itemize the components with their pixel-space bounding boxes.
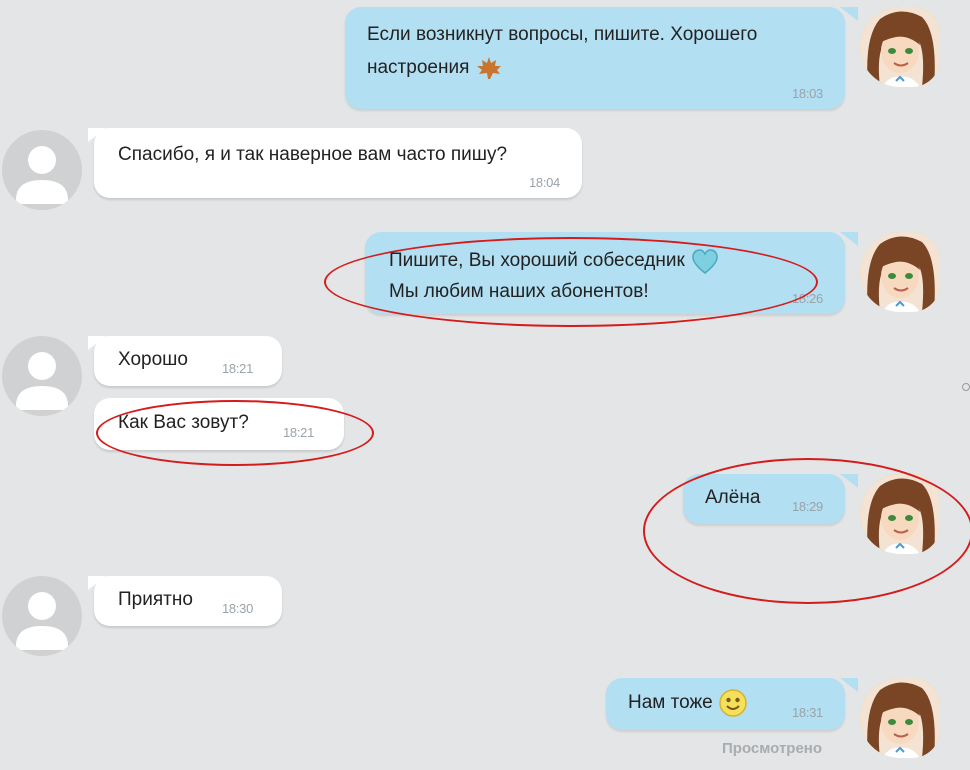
smiley-icon xyxy=(719,689,747,717)
operator-avatar[interactable] xyxy=(860,678,940,758)
message-time: 18:21 xyxy=(283,425,315,440)
message-text: Хорошо xyxy=(118,349,188,370)
outgoing-message-bubble: Алёна 18:29 xyxy=(683,474,845,524)
message-text-line1: Нам тоже xyxy=(628,692,713,714)
message-text-line1: Пишите, Вы хороший собеседник xyxy=(389,250,685,271)
message-text: Спасибо, я и так наверное вам часто пишу… xyxy=(118,144,508,165)
message-time: 18:03 xyxy=(791,86,823,101)
incoming-message-bubble: Как Вас зовут? 18:21 xyxy=(94,398,344,450)
incoming-message-bubble: Хорошо 18:21 xyxy=(94,336,282,386)
heart-icon xyxy=(692,249,718,274)
message-text: Алёна xyxy=(705,487,761,508)
operator-avatar[interactable] xyxy=(860,7,940,87)
maple-leaf-icon xyxy=(476,56,501,79)
outgoing-message-bubble: Если возникнут вопросы, пишите. Хорошего… xyxy=(345,7,845,109)
message-text: Как Вас зовут? xyxy=(118,412,249,433)
message-time: 18:30 xyxy=(222,601,254,616)
message-time: 18:21 xyxy=(222,361,254,376)
bubble-tail xyxy=(840,678,858,692)
scroll-indicator[interactable] xyxy=(962,383,970,391)
incoming-message-bubble: Приятно 18:30 xyxy=(94,576,282,626)
message-time: 18:26 xyxy=(791,291,823,306)
message-time: 18:29 xyxy=(791,499,823,514)
message-text: Нам тоже xyxy=(628,688,748,718)
message-text-line2: Мы любим наших абонентов! xyxy=(389,281,649,302)
message-text: Пишите, Вы хороший собеседник xyxy=(389,246,720,276)
message-text-line2: настроения xyxy=(367,57,470,78)
bubble-tail xyxy=(840,7,858,21)
bubble-tail xyxy=(840,232,858,246)
operator-avatar[interactable] xyxy=(860,474,940,554)
message-time: 18:31 xyxy=(791,705,823,720)
message-text: Если возникнут вопросы, пишите. Хорошего xyxy=(367,24,758,45)
user-avatar[interactable] xyxy=(2,336,82,416)
incoming-message-bubble: Спасибо, я и так наверное вам часто пишу… xyxy=(94,128,582,198)
user-avatar[interactable] xyxy=(2,576,82,656)
message-time: 18:04 xyxy=(528,175,560,190)
operator-avatar[interactable] xyxy=(860,232,940,312)
seen-status: Просмотрено xyxy=(722,740,823,757)
message-text: настроения xyxy=(367,53,503,83)
outgoing-message-bubble: Пишите, Вы хороший собеседник Мы любим н… xyxy=(365,232,845,314)
user-avatar[interactable] xyxy=(2,130,82,210)
bubble-tail xyxy=(840,474,858,488)
message-text: Приятно xyxy=(118,589,193,610)
outgoing-message-bubble: Нам тоже 18:31 xyxy=(606,678,845,730)
